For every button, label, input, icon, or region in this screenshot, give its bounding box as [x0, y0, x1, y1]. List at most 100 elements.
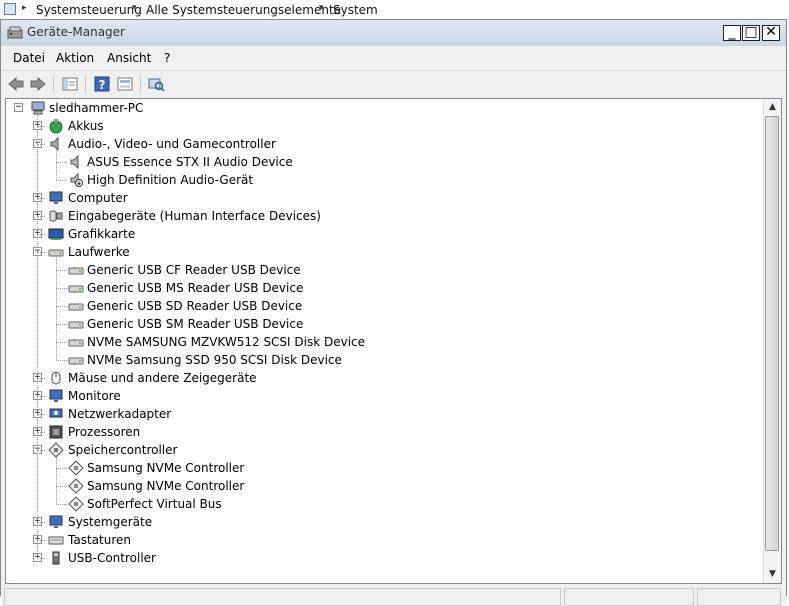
tree-category[interactable]: + Prozessoren: [6, 423, 764, 441]
minimize-button[interactable]: _: [723, 25, 741, 41]
network-adapter-icon: [49, 408, 63, 418]
maximize-button[interactable]: □: [742, 25, 760, 41]
tree-connector: [37, 252, 45, 253]
collapse-icon[interactable]: −: [14, 103, 23, 112]
tree-root[interactable]: − sledhammer-PC: [6, 99, 764, 117]
tree-item-label: NVMe SAMSUNG MZVKW512 SCSI Disk Device: [87, 335, 366, 349]
properties-icon[interactable]: [61, 75, 79, 93]
controller-device-icon: [68, 478, 84, 494]
toolbar: ?: [1, 70, 786, 97]
tree-category[interactable]: − Speichercontroller: [6, 441, 764, 459]
tree-connector: [56, 342, 67, 343]
menu-help[interactable]: ?: [164, 51, 170, 65]
chevron-down-icon[interactable]: ▾: [132, 3, 137, 13]
device-manager-icon: [7, 26, 23, 39]
breadcrumb-item[interactable]: Systemsteuerung: [36, 3, 142, 17]
tree-device[interactable]: Generic USB CF Reader USB Device: [6, 261, 764, 279]
tree-connector: [37, 540, 45, 541]
tree-connector: [56, 149, 57, 180]
title-bar[interactable]: Geräte-Manager _ □ ✕: [1, 20, 786, 46]
svg-text:?: ?: [99, 78, 106, 92]
tree-item-label: Speichercontroller: [68, 443, 178, 457]
monitor-icon: [49, 389, 63, 402]
menu-ansicht[interactable]: Ansicht: [107, 51, 151, 65]
tree-connector: [37, 234, 45, 235]
scan-hardware-icon[interactable]: [147, 75, 165, 93]
tree-connector: [37, 378, 45, 379]
tree-category[interactable]: + Monitore: [6, 387, 764, 405]
tree-device[interactable]: ASUS Essence STX II Audio Device: [6, 153, 764, 171]
tree-item-label: Prozessoren: [68, 425, 141, 439]
menu-aktion[interactable]: Aktion: [56, 51, 94, 65]
scroll-down-icon[interactable]: ▼: [764, 566, 781, 583]
tree-item-label: Audio-, Video- und Gamecontroller: [68, 137, 276, 151]
tree-connector: [37, 522, 45, 523]
breadcrumb-item[interactable]: System: [333, 3, 378, 17]
back-arrow-icon[interactable]: [7, 75, 25, 93]
menu-datei[interactable]: Datei: [13, 51, 45, 65]
toolbar-separator: [53, 76, 54, 92]
checkbox-icon[interactable]: [4, 3, 16, 15]
tree-category[interactable]: + Akkus: [6, 117, 764, 135]
tree-item-label: Generic USB SD Reader USB Device: [87, 299, 303, 313]
tree-item-label: High Definition Audio-Gerät: [87, 173, 254, 187]
tree-connector: [56, 270, 67, 271]
tree-item-label: Eingabegeräte (Human Interface Devices): [68, 209, 321, 223]
scroll-up-icon[interactable]: ▲: [764, 99, 781, 116]
device-tree-pane: − sledhammer-PC + Akkus − Audio-, Video- und …: [5, 98, 782, 584]
tree-connector: [37, 558, 45, 559]
tree-device[interactable]: NVMe Samsung SSD 950 SCSI Disk Device: [6, 351, 764, 369]
tree-category[interactable]: + Computer: [6, 189, 764, 207]
tree-category[interactable]: + Eingabegeräte (Human Interface Devices): [6, 207, 764, 225]
tree-device[interactable]: High Definition Audio-Gerät: [6, 171, 764, 189]
tree-category[interactable]: − Laufwerke: [6, 243, 764, 261]
tree-category[interactable]: + Systemgeräte: [6, 513, 764, 531]
audio-device-icon: [70, 154, 79, 170]
tree-device[interactable]: Generic USB MS Reader USB Device: [6, 279, 764, 297]
tree-item-label: Monitore: [68, 389, 121, 403]
mouse-icon: [51, 371, 61, 385]
tree-device[interactable]: Samsung NVMe Controller: [6, 459, 764, 477]
tree-item-label: Computer: [68, 191, 128, 205]
chevron-down-icon[interactable]: ▾: [319, 3, 324, 13]
disk-device-icon: [68, 321, 84, 329]
audio-device-warning-icon: [70, 172, 83, 188]
tree-item-label: NVMe Samsung SSD 950 SCSI Disk Device: [87, 353, 342, 367]
tree-category[interactable]: + Netzwerkadapter: [6, 405, 764, 423]
tree-category[interactable]: + Tastaturen: [6, 531, 764, 549]
tree-item-label: Grafikkarte: [68, 227, 136, 241]
tree-category[interactable]: − Audio-, Video- und Gamecontroller: [6, 135, 764, 153]
toolbar-separator: [85, 76, 86, 92]
tree-device[interactable]: Generic USB SD Reader USB Device: [6, 297, 764, 315]
tree-category[interactable]: + USB-Controller: [6, 549, 764, 567]
tree-category[interactable]: + Mäuse und andere Zeigegeräte: [6, 369, 764, 387]
tree-item-label: ASUS Essence STX II Audio Device: [87, 155, 293, 169]
processor-icon: [49, 425, 63, 439]
tree-device[interactable]: NVMe SAMSUNG MZVKW512 SCSI Disk Device: [6, 333, 764, 351]
tree-item-label: SoftPerfect Virtual Bus: [87, 497, 222, 511]
chevron-right-icon[interactable]: ▸: [22, 3, 27, 13]
tree-connector: [37, 112, 38, 558]
display-adapter-icon: [48, 228, 64, 240]
tree-device[interactable]: SoftPerfect Virtual Bus: [6, 495, 764, 513]
disk-device-icon: [68, 267, 84, 275]
device-manager-window: Geräte-Manager _ □ ✕ Datei Aktion Ansich…: [0, 19, 787, 606]
tree-device[interactable]: Samsung NVMe Controller: [6, 477, 764, 495]
tree-category[interactable]: + Grafikkarte: [6, 225, 764, 243]
view-icon[interactable]: [116, 75, 134, 93]
close-button[interactable]: ✕: [762, 25, 780, 41]
disk-device-icon: [68, 357, 84, 365]
tree-item-label: Samsung NVMe Controller: [87, 479, 245, 493]
device-tree[interactable]: − sledhammer-PC + Akkus − Audio-, Video- und …: [6, 99, 764, 583]
controller-device-icon: [68, 496, 84, 512]
tree-connector: [56, 324, 67, 325]
tree-connector: [37, 450, 45, 451]
help-icon[interactable]: ?: [93, 75, 111, 93]
scrollbar-thumb[interactable]: [765, 116, 779, 551]
breadcrumb-item[interactable]: Alle Systemsteuerungselemente: [146, 3, 341, 17]
vertical-scrollbar[interactable]: ▲ ▼: [763, 99, 781, 583]
forward-arrow-icon[interactable]: [29, 75, 47, 93]
window-title: Geräte-Manager: [27, 25, 125, 39]
tree-device[interactable]: Generic USB SM Reader USB Device: [6, 315, 764, 333]
battery-icon: [49, 119, 63, 134]
